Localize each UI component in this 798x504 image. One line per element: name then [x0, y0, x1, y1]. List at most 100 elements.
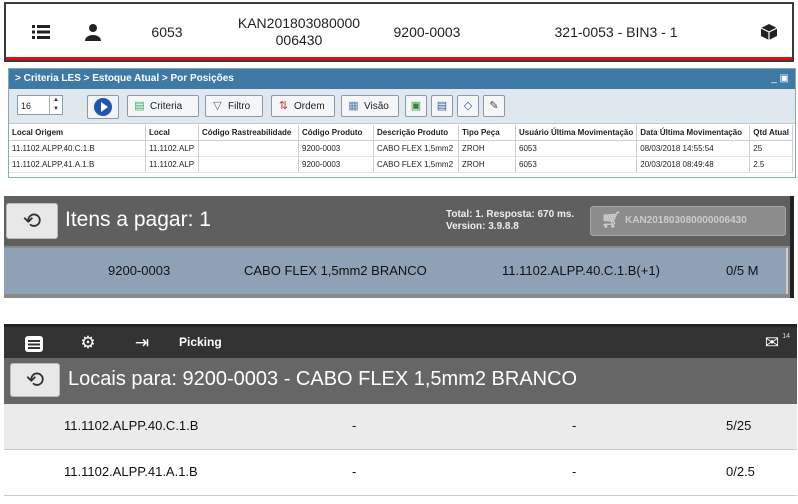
- locations-header: ⟲ Locais para: 9200-0003 - CABO FLEX 1,5…: [4, 358, 797, 404]
- page-title: Locais para: 9200-0003 - CABO FLEX 1,5mm…: [68, 368, 578, 390]
- col-3-value: -: [572, 464, 577, 479]
- cell: ZROH: [458, 140, 516, 157]
- col-codigo-rastreabilidade[interactable]: Código Rastreabilidade: [198, 125, 299, 141]
- order-button[interactable]: ⇅ Ordem: [271, 95, 335, 117]
- filter-label: Filtro: [228, 101, 251, 112]
- page-title: Itens a pagar: 1: [65, 208, 211, 231]
- stock-table: Local Origem Local Código Rastreabilidad…: [9, 125, 794, 173]
- table-row[interactable]: 11.1102.ALPP.40.C.1.B 11.1102.ALP 9200-0…: [9, 140, 794, 157]
- back-arrow-icon: ⟲: [22, 208, 42, 233]
- cell: 6053: [515, 140, 638, 157]
- list-icon[interactable]: [26, 4, 56, 60]
- funnel-icon: ▽: [213, 100, 222, 112]
- location-code: 11.1102.ALPP.40.C.1.B: [64, 418, 199, 433]
- window-controls[interactable]: _ ▣: [771, 69, 789, 89]
- save-icon[interactable]: ▤: [431, 95, 453, 117]
- back-button[interactable]: ⟲: [10, 363, 60, 397]
- cell: 25: [749, 140, 794, 157]
- cell: CABO FLEX 1,5mm2: [373, 156, 459, 173]
- box-icon[interactable]: [754, 4, 784, 60]
- gear-icon[interactable]: ⚙: [68, 327, 108, 358]
- items-to-pay-panel: ⟲ Itens a pagar: 1 Total: 1. Resposta: 6…: [4, 196, 794, 298]
- menu-icon[interactable]: [14, 327, 54, 358]
- location-quantity: 0/2.5: [726, 464, 755, 479]
- col-data-ultima-movimentacao[interactable]: Data Última Movimentação: [636, 125, 751, 141]
- alert-underline: [6, 57, 792, 60]
- destination-location: 321-0053 - BIN3 - 1: [554, 23, 678, 40]
- col-qtd-atual[interactable]: Qtd Atual: [749, 125, 794, 141]
- cell: CABO FLEX 1,5mm2: [373, 140, 459, 157]
- col-3-value: -: [572, 418, 577, 433]
- cell: ZROH: [458, 156, 516, 173]
- stock-grid-window: > Criteria LES > Estoque Atual > Por Pos…: [8, 68, 796, 178]
- item-description: CABO FLEX 1,5mm2 BRANCO: [244, 263, 427, 278]
- user-icon: [78, 4, 108, 60]
- cell: 9200-0003: [298, 156, 374, 173]
- col-usuario-ultima-movimentacao[interactable]: Usuário Última Movimentação: [515, 125, 638, 141]
- cell: 2.5: [749, 156, 794, 173]
- view-icon: ▦: [348, 100, 359, 112]
- cell: 11.1102.ALPP.41.A.1.B: [9, 156, 146, 173]
- view-label: Visão: [364, 101, 389, 112]
- picking-panel: ⚙ ⇥ Picking ✉ 14 ⟲ Locais para: 9200-0003…: [4, 324, 797, 504]
- panel-edge: [790, 196, 794, 298]
- spinner-arrows-icon[interactable]: ▲ ▼: [49, 96, 62, 114]
- item-quantity: 0/5 M: [726, 263, 759, 278]
- col-descricao-produto[interactable]: Descrição Produto: [373, 125, 459, 141]
- col-local[interactable]: Local: [145, 125, 199, 141]
- cell: 9200-0003: [298, 140, 374, 157]
- code-icon[interactable]: ◇: [457, 95, 479, 117]
- cell: 6053: [515, 156, 638, 173]
- sort-icon: ⇅: [278, 100, 289, 112]
- mail-icon[interactable]: ✉ 14: [752, 327, 792, 358]
- criteria-button[interactable]: ▤ Criteria: [127, 95, 199, 117]
- kanban-cart-button[interactable]: 🛒︎ KAN201803080000006430: [590, 206, 786, 236]
- total-response-text: Total: 1. Resposta: 670 ms.: [446, 209, 575, 220]
- col-codigo-produto[interactable]: Código Produto: [298, 125, 374, 141]
- nav-title: Picking: [179, 335, 222, 349]
- cell: 20/03/2018 08:49:48: [636, 156, 751, 173]
- criteria-icon: ▤: [134, 100, 145, 112]
- toolbar: 16 ▲ ▼ ▤ Criteria ▽ Filtro ⇅ Ordem ▦ Visão ▣ …: [9, 89, 795, 124]
- item-product: 9200-0003: [108, 263, 171, 278]
- cell: 11.1102.ALPP.40.C.1.B: [9, 140, 146, 157]
- cart-label: KAN201803080000006430: [625, 215, 747, 226]
- cell: [198, 156, 299, 173]
- view-button[interactable]: ▦ Visão: [341, 95, 399, 117]
- back-arrow-icon: ⟲: [25, 367, 45, 392]
- kanban-number: KAN201803080000 006430: [237, 15, 361, 48]
- excel-export-icon[interactable]: ▣: [405, 95, 427, 117]
- list-item[interactable]: 11.1102.ALPP.40.C.1.B - - 5/25: [4, 404, 797, 450]
- mail-badge: 14: [782, 333, 790, 340]
- col-2-value: -: [352, 464, 357, 479]
- criteria-label: Criteria: [150, 101, 183, 112]
- list-item[interactable]: 9200-0003 CABO FLEX 1,5mm2 BRANCO 11.110…: [4, 248, 788, 294]
- page-size-value: 16: [21, 101, 32, 111]
- location-code: 11.1102.ALPP.41.A.1.B: [64, 464, 198, 479]
- cell: 11.1102.ALP: [145, 156, 199, 173]
- items-header: ⟲ Itens a pagar: 1 Total: 1. Resposta: 6…: [4, 196, 794, 246]
- col-tipo-peca[interactable]: Tipo Peça: [458, 125, 516, 141]
- product-code: 9200-0003: [393, 23, 461, 40]
- run-button[interactable]: [87, 95, 119, 119]
- breadcrumb: > Criteria LES > Estoque Atual > Por Pos…: [9, 69, 795, 89]
- cell: 08/03/2018 14:55:54: [636, 140, 751, 157]
- back-button[interactable]: ⟲: [6, 203, 58, 239]
- cart-icon: 🛒︎: [601, 212, 622, 229]
- list-item[interactable]: 11.1102.ALPP.41.A.1.B - - 0/2.5: [4, 450, 797, 496]
- play-icon: [94, 98, 112, 116]
- settings-icon[interactable]: ✎: [483, 95, 505, 117]
- operator-code: 6053: [151, 23, 183, 40]
- sign-in-icon[interactable]: ⇥: [122, 327, 162, 358]
- cell: [198, 140, 299, 157]
- table-header-row: Local Origem Local Código Rastreabilidad…: [9, 125, 794, 141]
- page-size-spinner[interactable]: 16 ▲ ▼: [17, 95, 63, 115]
- col-local-origem[interactable]: Local Origem: [9, 125, 146, 141]
- kanban-summary-panel: 6053 KAN201803080000 006430 9200-0003 32…: [4, 2, 794, 62]
- cell: 11.1102.ALP: [145, 140, 199, 157]
- version-text: Version: 3.9.8.8: [446, 221, 519, 232]
- filter-button[interactable]: ▽ Filtro: [205, 95, 263, 117]
- item-location: 11.1102.ALPP.40.C.1.B(+1): [502, 263, 660, 278]
- order-label: Ordem: [294, 101, 325, 112]
- table-row[interactable]: 11.1102.ALPP.41.A.1.B 11.1102.ALP 9200-0…: [9, 156, 794, 173]
